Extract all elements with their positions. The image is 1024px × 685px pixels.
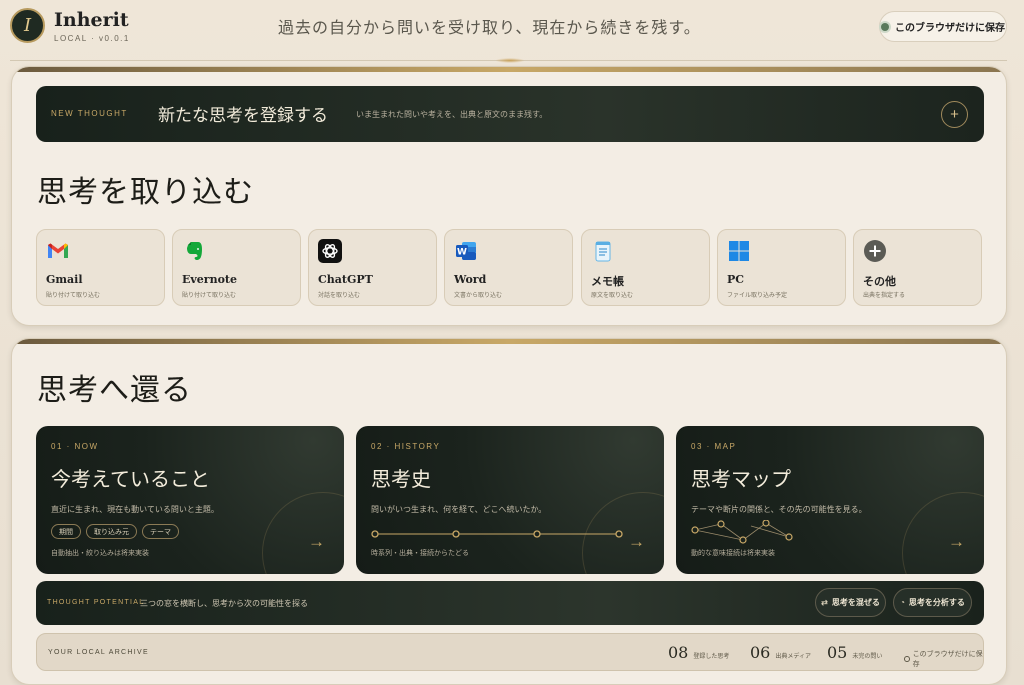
- source-name: Gmail: [46, 273, 83, 286]
- windows-icon: [729, 241, 749, 261]
- card-kicker: 01 · NOW: [51, 442, 99, 451]
- stat-media: 06 出典メディア: [750, 643, 811, 662]
- source-name: Word: [454, 273, 487, 286]
- arrow-right-icon[interactable]: →: [948, 532, 965, 552]
- plus-circle-icon: [864, 240, 886, 262]
- stat-num: 08: [668, 643, 689, 662]
- card-history[interactable]: 02 · HISTORY 思考史 問いがいつ生まれ、何を経て、どこへ続いたか。 …: [356, 426, 664, 574]
- stat-label: 出典メディア: [775, 654, 811, 660]
- local-ring-icon: [904, 656, 910, 662]
- source-name: PC: [727, 273, 745, 286]
- brand-version: LOCAL · v0.0.1: [54, 33, 130, 43]
- chip-theme[interactable]: テーマ: [142, 524, 179, 539]
- chip-source[interactable]: 取り込み元: [86, 524, 137, 539]
- app-header: I Inherit LOCAL · v0.0.1 過去の自分から問いを受け取り、…: [0, 0, 1024, 58]
- new-thought-subtitle: いま生まれた問いや考えを、出典と原文のまま残す。: [356, 110, 548, 119]
- potential-kicker: THOUGHT POTENTIAL: [47, 599, 145, 606]
- import-panel: NEW THOUGHT 新たな思考を登録する いま生まれた問いや考えを、出典と原…: [11, 66, 1007, 326]
- card-title: 今考えていること: [51, 467, 210, 491]
- card-note: 時系列・出典・接続からたどる: [371, 550, 469, 557]
- evernote-icon: [187, 242, 202, 260]
- new-thought-bar[interactable]: NEW THOUGHT 新たな思考を登録する いま生まれた問いや考えを、出典と原…: [36, 86, 984, 142]
- import-title: 思考を取り込む: [37, 175, 254, 210]
- brand[interactable]: I Inherit LOCAL · v0.0.1: [10, 8, 130, 43]
- source-card-memo[interactable]: メモ帳 原文を取り込む: [581, 229, 710, 306]
- tagline: 過去の自分から問いを受け取り、現在から続きを残す。: [278, 18, 701, 37]
- new-thought-title: 新たな思考を登録する: [158, 106, 328, 126]
- archive-local-label: このブラウザだけに保存: [912, 651, 983, 668]
- stat-label: 未完の問い: [852, 654, 883, 660]
- source-name: ChatGPT: [318, 273, 373, 286]
- add-thought-button[interactable]: +: [941, 101, 968, 128]
- source-card-pc[interactable]: PC ファイル取り込み予定: [717, 229, 846, 306]
- card-map[interactable]: 03 · MAP 思考マップ テーマや断片の関係と、その先の可能性を見る。 動的…: [676, 426, 984, 574]
- card-note: 動的な意味接続は将来実装: [691, 550, 775, 557]
- word-icon: W: [456, 242, 476, 260]
- source-desc: 対話を取り込む: [318, 293, 361, 299]
- return-panel: 思考へ還る 01 · NOW 今考えていること 直近に生まれ、現在も動いている問…: [11, 338, 1007, 685]
- chip-period[interactable]: 期間: [51, 524, 81, 539]
- analyze-label: 思考を分析する: [908, 598, 965, 607]
- source-card-word[interactable]: W Word 文書から取り込む: [444, 229, 573, 306]
- local-archive-bar: YOUR LOCAL ARCHIVE 08 登録した思考 06 出典メディア 0…: [36, 633, 984, 671]
- return-title: 思考へ還る: [37, 373, 192, 408]
- stat-num: 06: [750, 643, 771, 662]
- thought-potential-bar: THOUGHT POTENTIAL 三つの窓を横断し、思考から次の可能性を探る …: [36, 581, 984, 625]
- source-name: その他: [863, 275, 896, 288]
- swap-icon: ⇄: [821, 598, 828, 607]
- mix-label: 思考を混ぜる: [831, 598, 880, 607]
- source-desc: 出典を指定する: [863, 293, 906, 299]
- source-name: Evernote: [182, 273, 237, 286]
- source-desc: 原文を取り込む: [591, 293, 634, 299]
- source-desc: 貼り付けて取り込む: [46, 293, 101, 299]
- save-local-label: このブラウザだけに保存: [895, 23, 1005, 34]
- arrow-right-icon[interactable]: →: [628, 532, 645, 552]
- source-desc: ファイル取り込み予定: [727, 293, 788, 299]
- stat-registered: 08 登録した思考: [668, 643, 729, 662]
- card-desc: 直近に生まれ、現在も動いている問いと主題。: [51, 505, 219, 514]
- new-thought-kicker: NEW THOUGHT: [51, 109, 128, 118]
- filter-chips: 期間 取り込み元 テーマ: [51, 524, 179, 539]
- gmail-icon: [48, 243, 68, 258]
- card-desc: 問いがいつ生まれ、何を経て、どこへ続いたか。: [371, 505, 547, 514]
- card-desc: テーマや断片の関係と、その先の可能性を見る。: [691, 505, 867, 514]
- source-card-other[interactable]: その他 出典を指定する: [853, 229, 982, 306]
- potential-subtitle: 三つの窓を横断し、思考から次の可能性を探る: [140, 599, 308, 608]
- arrow-right-icon[interactable]: →: [308, 532, 325, 552]
- map-network-icon: [691, 520, 793, 544]
- archive-kicker: YOUR LOCAL ARCHIVE: [48, 649, 149, 656]
- source-card-evernote[interactable]: Evernote 貼り付けて取り込む: [172, 229, 301, 306]
- status-dot-icon: [881, 22, 889, 31]
- chatgpt-icon: [318, 239, 342, 263]
- save-local-button[interactable]: このブラウザだけに保存: [879, 11, 1007, 42]
- stat-label: 登録した思考: [693, 654, 730, 660]
- chart-icon: ◔: [900, 598, 905, 607]
- source-desc: 文書から取り込む: [454, 293, 503, 299]
- timeline-icon: [371, 530, 623, 538]
- logo: I: [10, 8, 45, 43]
- card-kicker: 02 · HISTORY: [371, 442, 441, 451]
- source-card-chatgpt[interactable]: ChatGPT 対話を取り込む: [308, 229, 437, 306]
- source-name: メモ帳: [591, 275, 624, 288]
- card-now[interactable]: 01 · NOW 今考えていること 直近に生まれ、現在も動いている問いと主題。 …: [36, 426, 344, 574]
- stat-open-questions: 05 未完の問い: [827, 643, 882, 662]
- mix-thoughts-button[interactable]: ⇄ 思考を混ぜる: [815, 588, 886, 617]
- analyze-thoughts-button[interactable]: ◔ 思考を分析する: [893, 588, 972, 617]
- source-card-gmail[interactable]: Gmail 貼り付けて取り込む: [36, 229, 165, 306]
- card-kicker: 03 · MAP: [691, 442, 737, 451]
- brand-name: Inherit: [54, 8, 129, 31]
- svg-text:W: W: [457, 248, 467, 258]
- card-title: 思考マップ: [691, 467, 791, 491]
- source-desc: 貼り付けて取り込む: [182, 293, 237, 299]
- card-title: 思考史: [371, 467, 431, 491]
- header-notch: [495, 58, 525, 63]
- memo-icon: [595, 241, 611, 262]
- archive-local-note: このブラウザだけに保存: [904, 649, 983, 669]
- stat-num: 05: [827, 643, 848, 662]
- card-note: 自動抽出・絞り込みは将来実装: [51, 550, 149, 557]
